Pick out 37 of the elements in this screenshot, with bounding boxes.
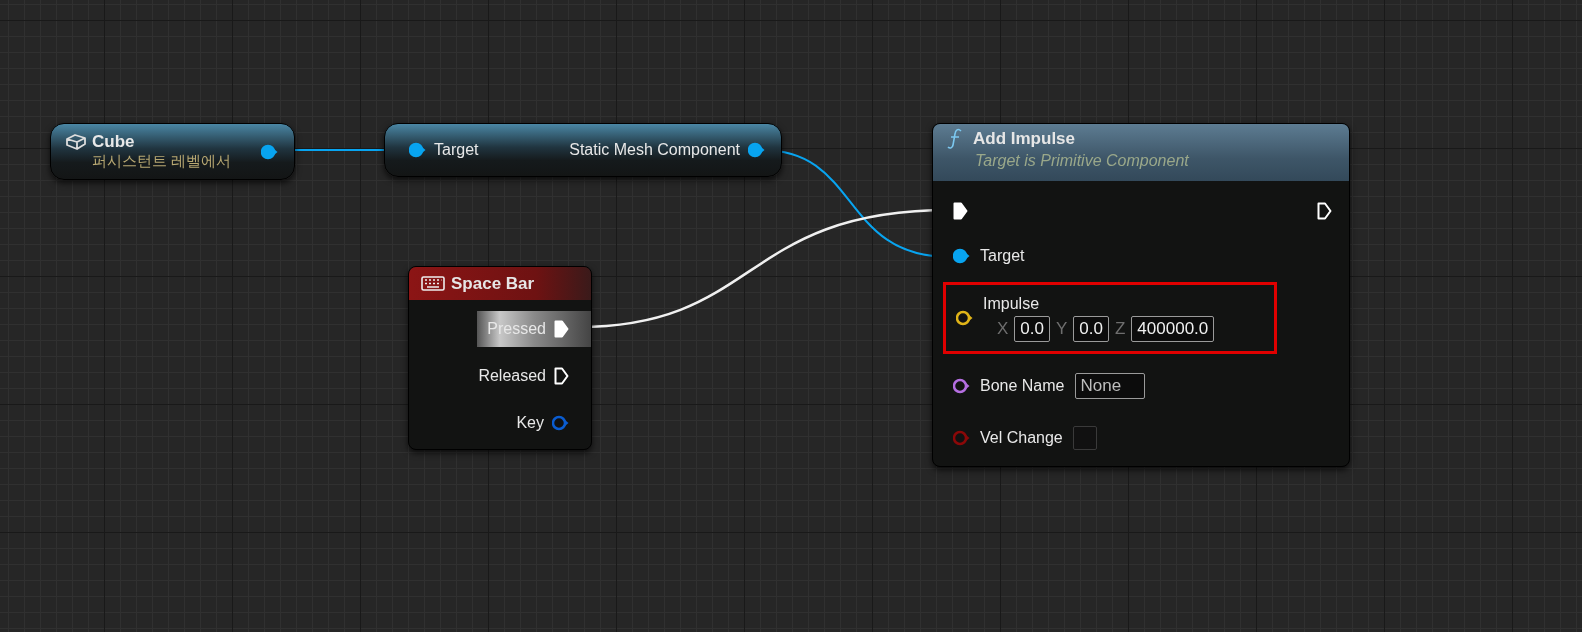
pin-icon[interactable]: [409, 142, 426, 158]
cube-icon: [65, 133, 87, 151]
node-title: Cube: [92, 132, 135, 152]
node-subtitle: Target is Primitive Component: [975, 152, 1190, 170]
pin-icon[interactable]: [748, 142, 765, 158]
pin-label: Target: [434, 141, 479, 159]
pin-label: Vel Change: [980, 429, 1063, 447]
pin-label: Released: [478, 367, 546, 385]
function-icon: [947, 128, 963, 150]
exec-pin-icon[interactable]: [554, 367, 569, 385]
pin-icon[interactable]: [956, 310, 973, 326]
pin-label: Key: [516, 414, 544, 432]
checkbox[interactable]: [1072, 426, 1097, 450]
pin-icon[interactable]: [953, 378, 970, 394]
pin-label: Static Mesh Component: [569, 141, 740, 159]
number-field[interactable]: 400000.0: [1131, 315, 1215, 342]
exec-pin-icon[interactable]: [953, 202, 968, 220]
keyboard-icon: [421, 276, 445, 291]
variable-node[interactable]: Cube 퍼시스턴트 레벨에서: [50, 123, 295, 180]
pin-label: Bone Name: [980, 377, 1065, 395]
number-field[interactable]: 0.0: [1073, 315, 1109, 342]
getter-node[interactable]: Target Static Mesh Component: [384, 123, 782, 177]
node-title: Add Impulse: [973, 129, 1075, 149]
text-field[interactable]: None: [1074, 373, 1145, 399]
pin-label: Target: [980, 247, 1025, 265]
node-title: Space Bar: [451, 273, 535, 294]
function-node[interactable]: Add Impulse Target is Primitive Component Target Impulse X 0.0 Y 0.0 Z 400000.0 Bone Name None Vel Change: [932, 123, 1350, 467]
pin-icon[interactable]: [953, 248, 970, 264]
pin-icon[interactable]: [261, 143, 278, 160]
axis-label: X: [997, 318, 1009, 339]
axis-label: Y: [1056, 318, 1068, 339]
exec-pin-icon[interactable]: [1317, 202, 1332, 220]
node-subtitle: 퍼시스턴트 레벨에서: [92, 152, 233, 171]
exec-pin-icon[interactable]: [554, 320, 569, 338]
pin-label: Impulse: [983, 294, 1041, 313]
number-field[interactable]: 0.0: [1014, 315, 1050, 342]
axis-label: Z: [1114, 318, 1126, 339]
